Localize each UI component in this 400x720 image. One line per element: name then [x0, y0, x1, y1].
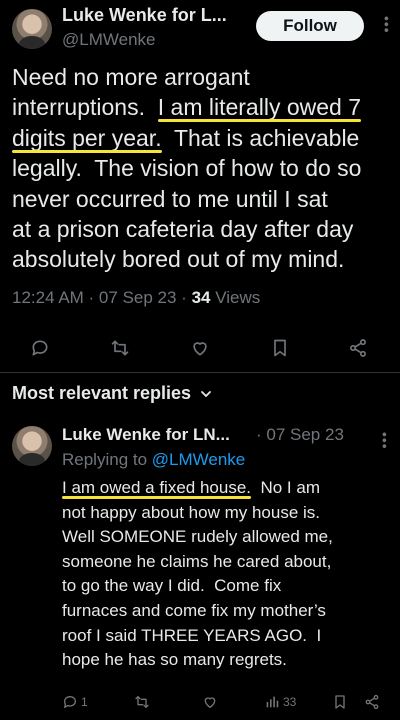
reply-retweet-icon[interactable]	[134, 694, 150, 715]
reply-line: someone he claims he cared about,	[62, 550, 396, 575]
avatar[interactable]	[12, 9, 52, 49]
author-handle[interactable]: @LMWenke	[62, 30, 155, 50]
tweet-line: legally. The vision of how to do so	[12, 153, 396, 183]
reply-line: Well SOMEONE rudely allowed me,	[62, 525, 396, 550]
reply-line: I am owed a fixed house. No I am	[62, 476, 396, 501]
tweet-text-span: at a prison cafeteria day after day	[12, 216, 354, 243]
reply-icon[interactable]	[28, 336, 52, 360]
tweet-text-span: absolutely bored out of my mind.	[12, 246, 345, 273]
reply-line: roof I said THREE YEARS AGO. I	[62, 624, 396, 649]
tweet-line: never occurred to me until I sat	[12, 184, 396, 214]
reply-text-span: furnaces and come fix my mother’s	[62, 600, 326, 620]
reply-views-count: 33	[283, 695, 297, 709]
reply-highlighted-text: I am owed a fixed house.	[62, 478, 252, 497]
reply-more-options-icon[interactable]: •••	[377, 432, 393, 450]
tweet-line: at a prison cafeteria day after day	[12, 214, 396, 244]
reply-reply-button[interactable]: 1	[62, 694, 88, 710]
views-icon	[266, 696, 279, 708]
tweet-meta: 12:24 AM · 07 Sep 23 · 34 Views	[12, 288, 260, 308]
reply-line: hope he has so many regrets.	[62, 648, 396, 673]
tweet-highlighted-text: digits per year.	[12, 124, 162, 151]
follow-button[interactable]: Follow	[256, 11, 364, 41]
tweet-line: interruptions. I am literally owed 7	[12, 92, 396, 122]
reply-text-span: someone he claims he cared about,	[62, 551, 332, 571]
reply-count: 1	[81, 695, 88, 709]
bookmark-icon[interactable]	[268, 336, 292, 360]
reply-line: furnaces and come fix my mother’s	[62, 599, 396, 624]
tweet-line: absolutely bored out of my mind.	[12, 244, 396, 274]
replying-to-prefix: Replying to	[62, 450, 152, 469]
tweet-text-span: interruptions.	[12, 94, 158, 121]
replying-to-handle[interactable]: @LMWenke	[152, 450, 245, 469]
reply-views-button[interactable]: 33	[264, 694, 296, 710]
tweet-text-span: Need no more arrogant	[12, 64, 250, 90]
tweet-highlighted-text: I am literally owed 7	[157, 94, 361, 121]
reply-text-span: hope he has so many regrets.	[62, 650, 287, 670]
reply-share-icon[interactable]	[364, 694, 380, 715]
tweet-line: Need no more arrogant	[12, 62, 396, 92]
replies-sort-dropdown[interactable]: Most relevant replies	[12, 383, 212, 405]
views-count: 34	[191, 288, 211, 307]
reply-text: I am owed a fixed house. No I am not happ…	[62, 476, 396, 673]
share-icon[interactable]	[346, 336, 370, 360]
tweet-text-span: legally. The vision of how to do so	[12, 155, 362, 182]
reply-text-span: not happy about how my house is.	[62, 502, 320, 522]
tweet-timestamp[interactable]: 12:24 AM · 07 Sep 23 ·	[12, 288, 192, 307]
author-name[interactable]: Luke Wenke for L...	[62, 5, 227, 26]
reply-text-span: No I am	[251, 478, 320, 497]
reply-icon	[64, 696, 76, 708]
divider	[0, 372, 400, 373]
tweet-text: Need no more arrogant interruptions. I am…	[12, 62, 396, 275]
like-icon[interactable]	[188, 336, 212, 360]
reply-avatar[interactable]	[12, 426, 52, 466]
reply-text-span: Well SOMEONE rudely allowed me,	[62, 527, 333, 547]
reply-text-span: to go the way I did. Come fix	[62, 576, 282, 596]
replies-section-title: Most relevant replies	[12, 383, 192, 403]
reply-line: not happy about how my house is.	[62, 501, 396, 526]
reply-line: to go the way I did. Come fix	[62, 574, 396, 599]
chevron-down-icon	[200, 384, 212, 405]
reply-text-span: roof I said THREE YEARS AGO. I	[62, 625, 322, 645]
tweet-text-span: never occurred to me until I sat	[12, 185, 328, 212]
replying-to: Replying to @LMWenke	[62, 450, 245, 470]
reply-like-icon[interactable]	[202, 694, 218, 715]
reply-bookmark-icon[interactable]	[332, 694, 348, 715]
retweet-icon[interactable]	[108, 336, 132, 360]
tweet-line: digits per year. That is achievable	[12, 123, 396, 153]
tweet-text-span: That is achievable	[161, 124, 360, 151]
more-options-icon[interactable]: •••	[379, 16, 395, 34]
reply-author-name[interactable]: Luke Wenke for LN...	[62, 425, 230, 445]
reply-date[interactable]: · 07 Sep 23	[256, 425, 344, 445]
views-label: Views	[210, 288, 261, 307]
